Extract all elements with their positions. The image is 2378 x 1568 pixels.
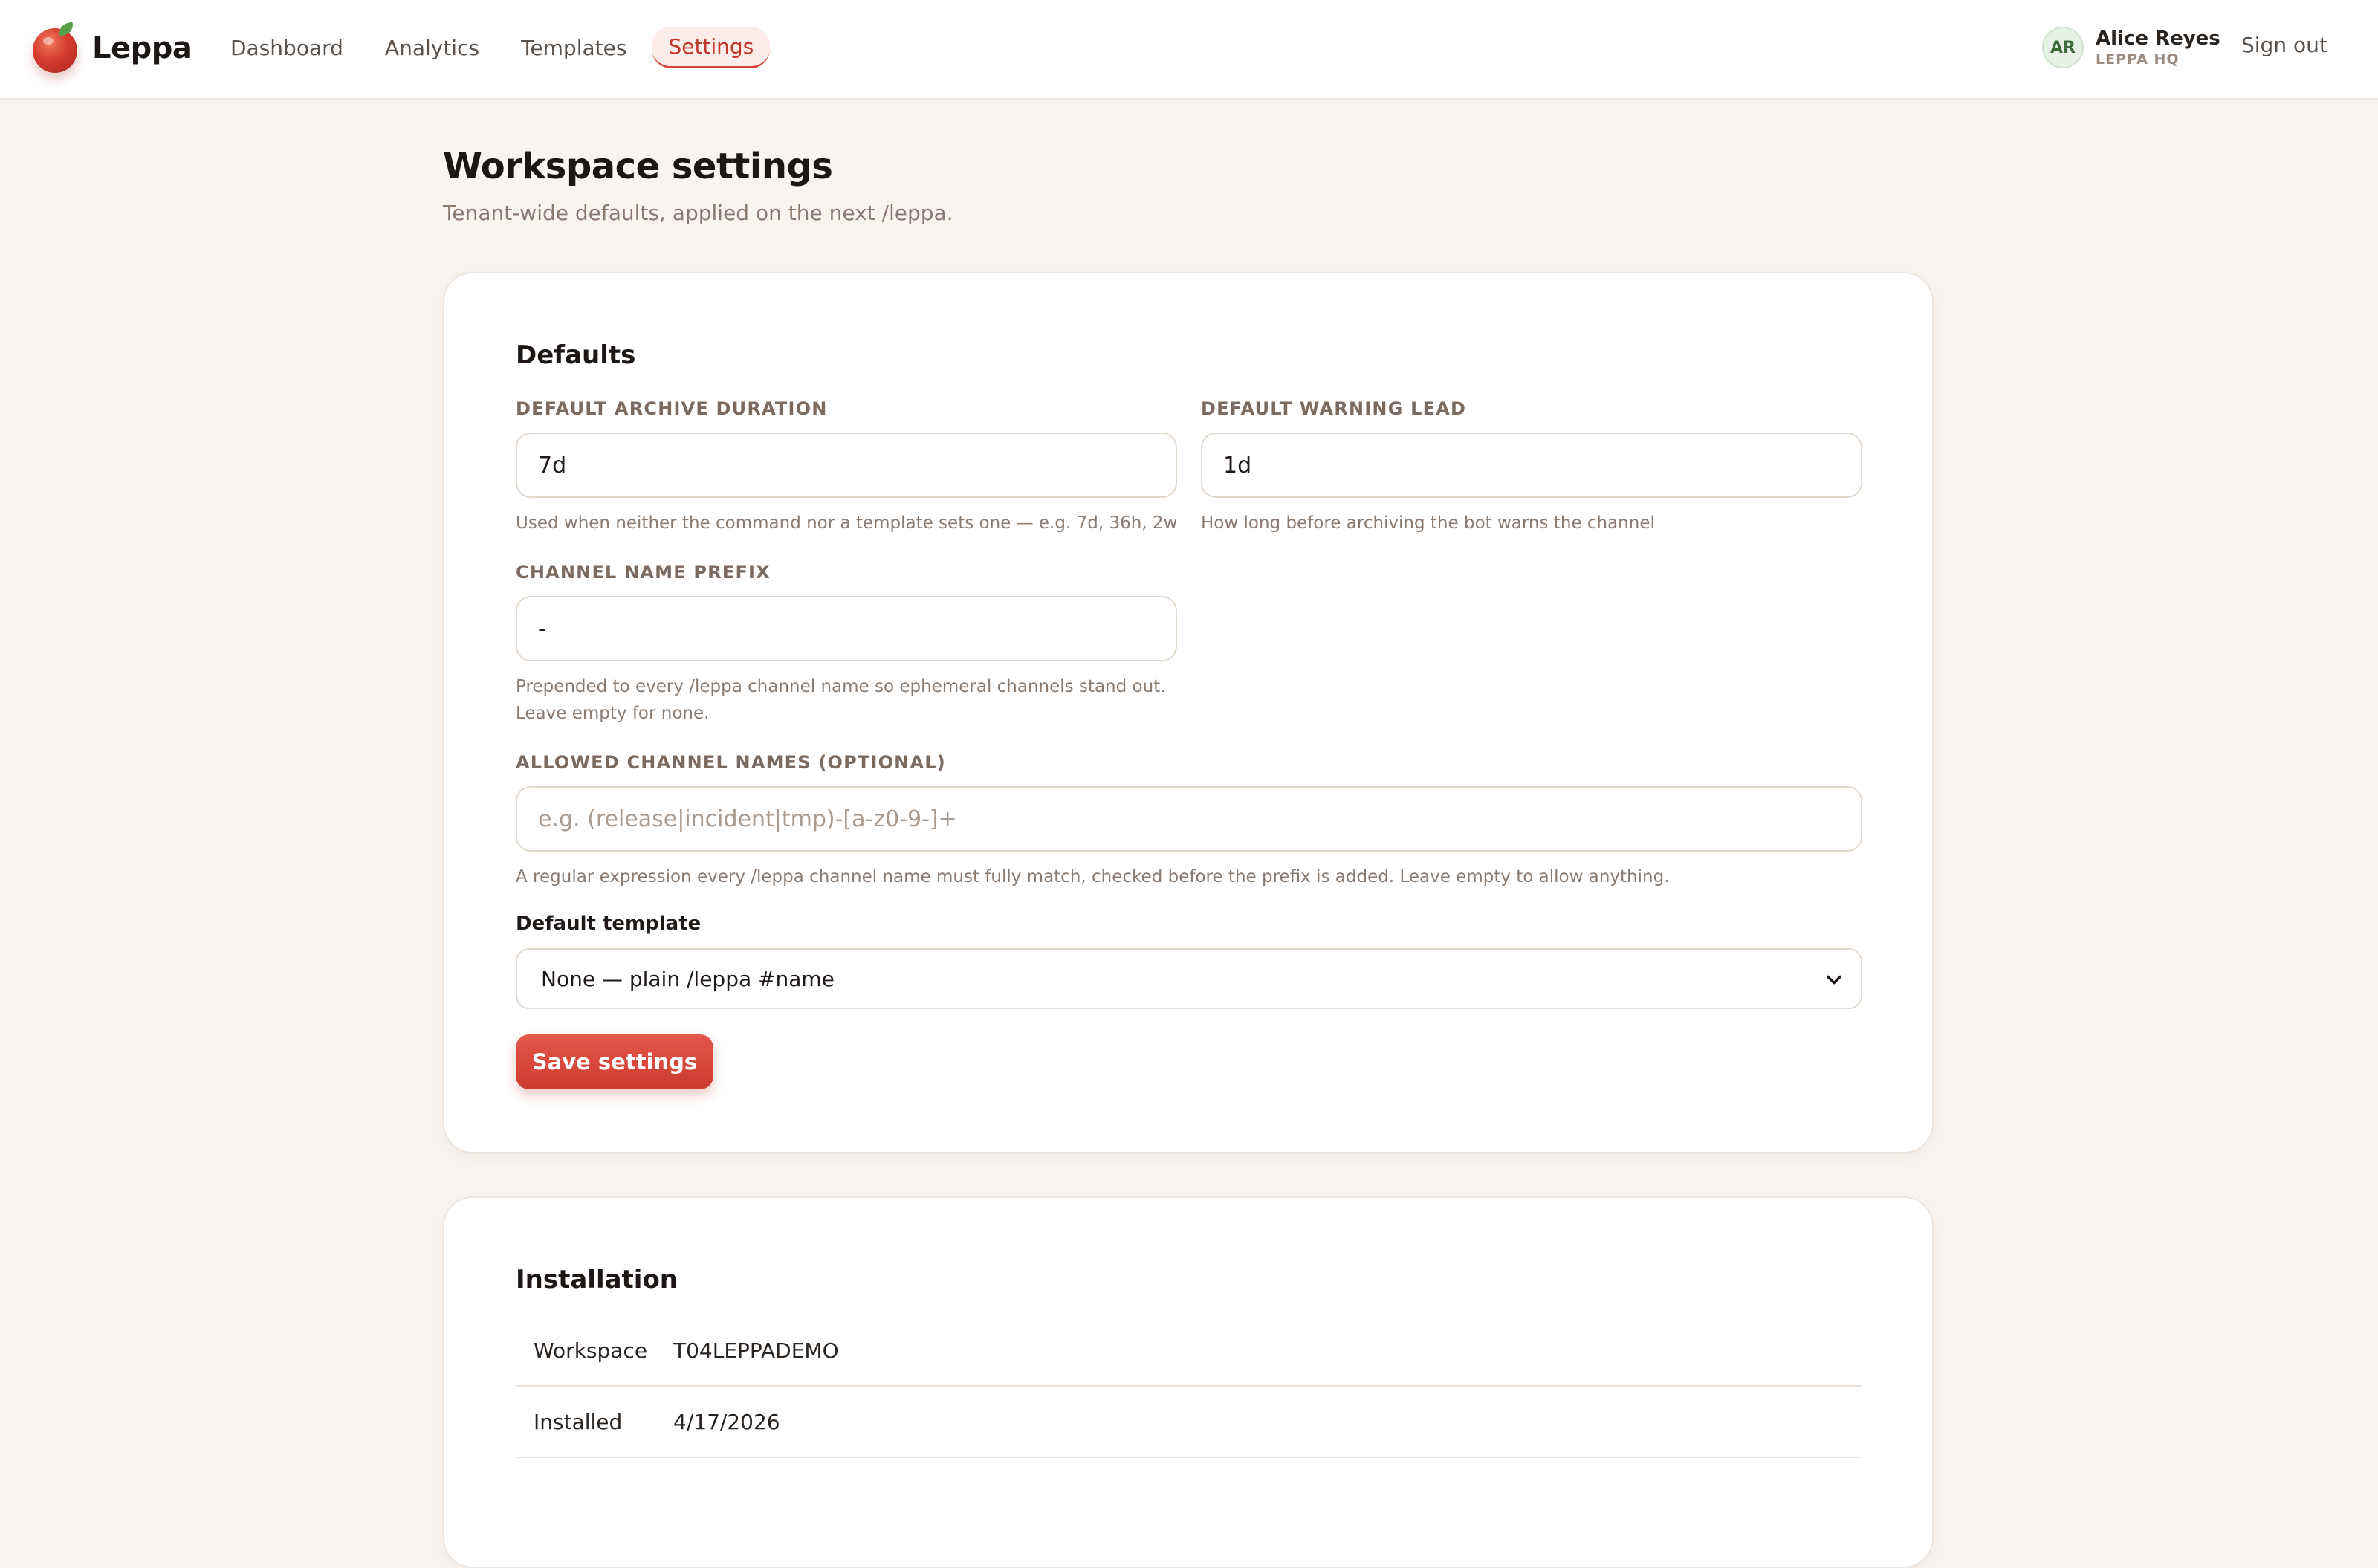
installation-card: Installation Workspace T04LEPPADEMO Inst…	[443, 1196, 1934, 1568]
warning-lead-hint: How long before archiving the bot warns …	[1201, 514, 1655, 533]
defaults-title: Defaults	[516, 340, 636, 370]
warning-lead-label: DEFAULT WARNING LEAD	[1201, 398, 1467, 419]
table-row: Installed 4/17/2026	[516, 1387, 1862, 1458]
info-key-installed: Installed	[534, 1409, 623, 1434]
default-template-select[interactable]: None — plain /leppa #name	[516, 948, 1862, 1009]
top-nav-bar: Leppa Dashboard Analytics Templates Sett…	[0, 0, 2378, 100]
sign-out-link[interactable]: Sign out	[2241, 33, 2327, 57]
page-title: Workspace settings	[443, 146, 833, 187]
nav-item-templates[interactable]: Templates	[505, 27, 643, 68]
channel-prefix-label: CHANNEL NAME PREFIX	[516, 562, 771, 583]
nav-item-settings[interactable]: Settings	[652, 27, 771, 68]
nav-item-analytics[interactable]: Analytics	[369, 27, 496, 68]
user-name: Alice Reyes	[2096, 27, 2220, 50]
channel-prefix-hint-1: Prepended to every /leppa channel name s…	[516, 677, 1166, 696]
main-nav: Dashboard Analytics Templates Settings	[214, 27, 779, 68]
brand[interactable]: Leppa	[33, 21, 192, 76]
allowed-names-input[interactable]: e.g. (release|incident|tmp)-[a-z0-9-]+	[516, 786, 1862, 852]
defaults-card: Defaults DEFAULT ARCHIVE DURATION 7d Use…	[443, 272, 1934, 1153]
nav-item-dashboard[interactable]: Dashboard	[214, 27, 360, 68]
user-org: LEPPA HQ	[2096, 51, 2180, 68]
info-value-installed: 4/17/2026	[673, 1409, 780, 1434]
channel-prefix-input[interactable]: -	[516, 596, 1177, 661]
user-menu[interactable]: AR Alice Reyes LEPPA HQ	[2042, 27, 2220, 68]
apple-logo-icon	[33, 21, 79, 73]
allowed-names-hint: A regular expression every /leppa channe…	[516, 867, 1670, 887]
info-value-workspace: T04LEPPADEMO	[673, 1338, 839, 1363]
info-key-workspace: Workspace	[534, 1338, 648, 1363]
default-template-label: Default template	[516, 913, 702, 935]
chevron-down-icon	[1827, 975, 1841, 985]
archive-duration-label: DEFAULT ARCHIVE DURATION	[516, 398, 828, 419]
archive-duration-input[interactable]: 7d	[516, 433, 1177, 498]
allowed-names-label: ALLOWED CHANNEL NAMES (OPTIONAL)	[516, 752, 946, 773]
table-row: Workspace T04LEPPADEMO	[516, 1315, 1862, 1387]
avatar: AR	[2042, 27, 2084, 68]
channel-prefix-hint-2: Leave empty for none.	[516, 704, 710, 723]
installation-title: Installation	[516, 1265, 678, 1295]
archive-duration-hint: Used when neither the command nor a temp…	[516, 514, 1178, 533]
brand-name: Leppa	[92, 31, 192, 65]
warning-lead-input[interactable]: 1d	[1201, 433, 1862, 498]
save-settings-button[interactable]: Save settings	[516, 1034, 713, 1089]
page-subtitle: Tenant-wide defaults, applied on the nex…	[443, 201, 953, 225]
default-template-value: None — plain /leppa #name	[541, 966, 835, 991]
